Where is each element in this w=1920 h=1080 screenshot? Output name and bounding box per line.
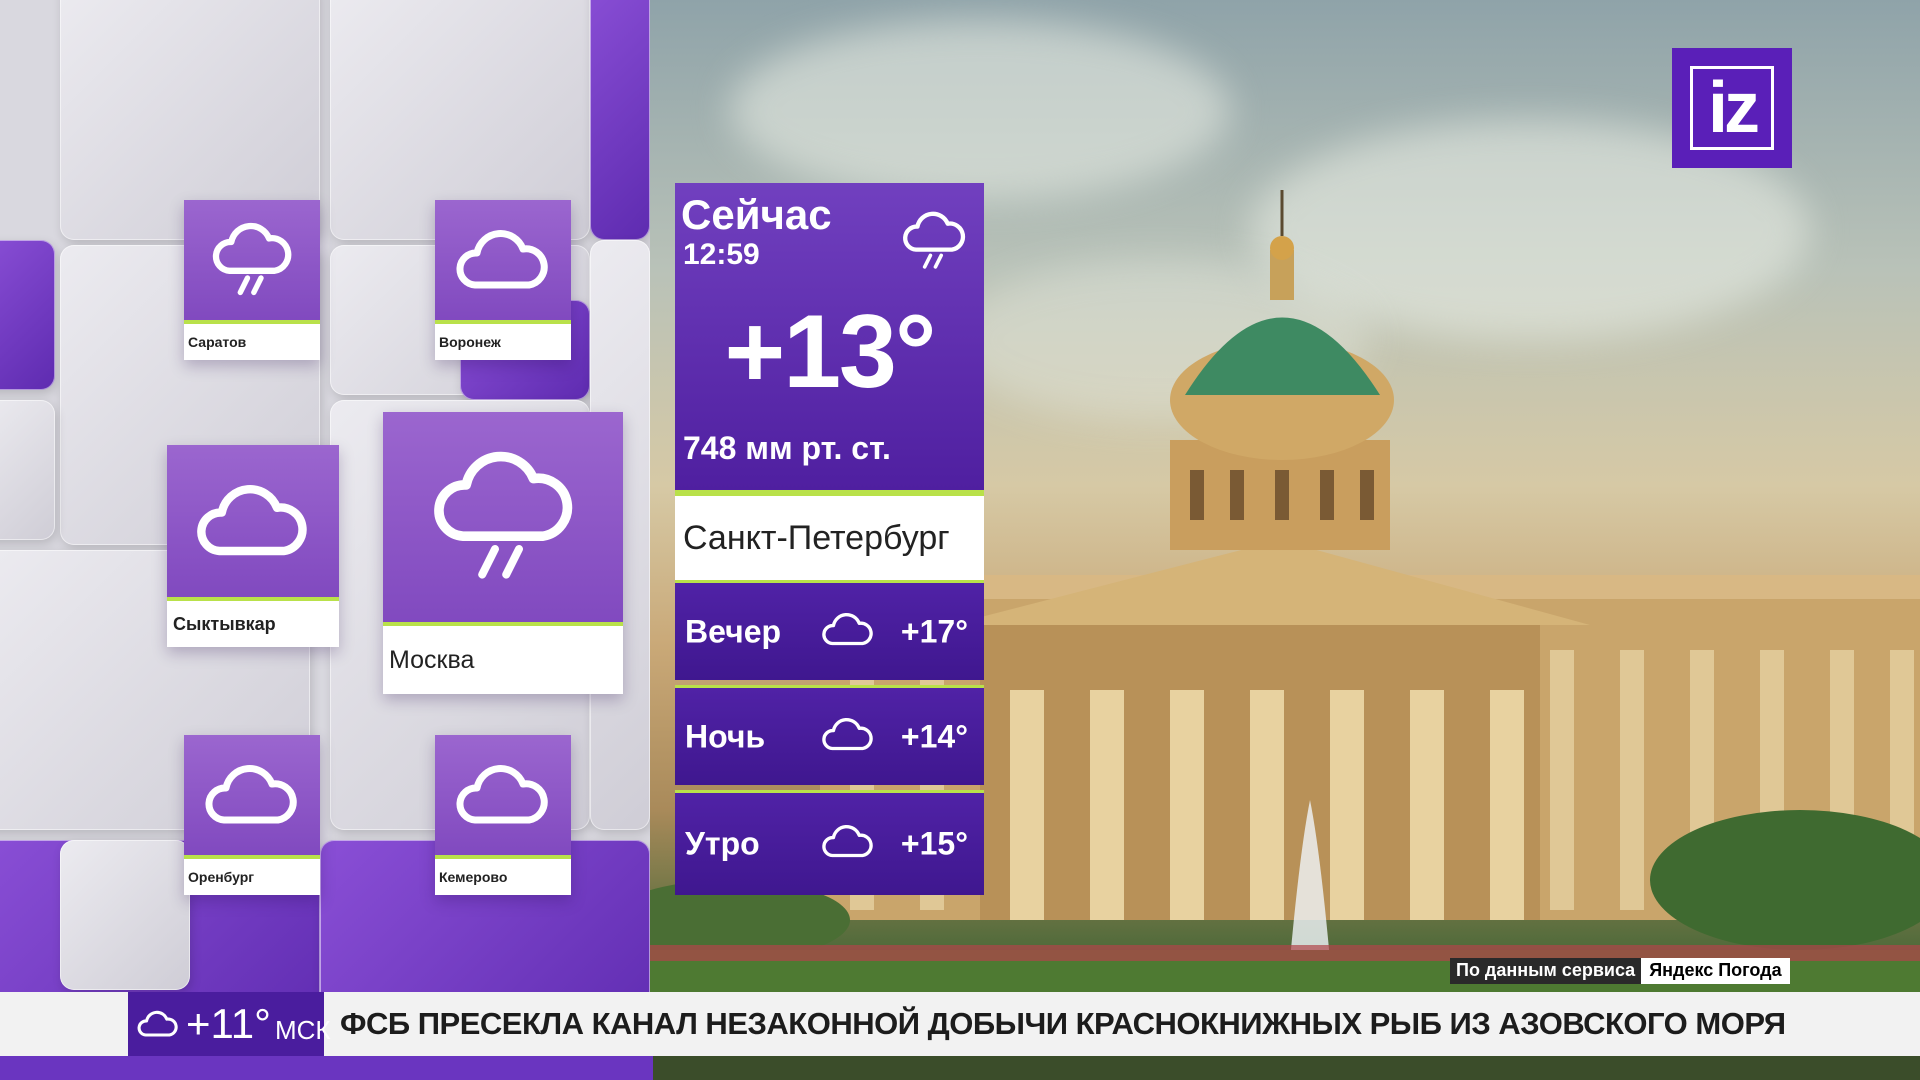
period-label: Утро [685,825,760,862]
bottom-strip [0,1056,1920,1080]
city-label: Москва [383,622,623,694]
city-label: Саратов [184,320,320,360]
news-ticker: +11° МСК ФСБ ПРЕСЕКЛА КАНАЛ НЕЗАКОННОЙ Д… [0,992,1920,1056]
period-label: Ночь [685,718,766,754]
current-title: Сейчас [681,191,832,238]
cloud-rain-icon [383,412,623,622]
ticker-temperature: +11° [186,1000,271,1047]
forecast-row-evening: Вечер +17° [675,580,984,680]
period-temperature: +15° [900,825,968,862]
cloud-icon [820,609,876,654]
period-label: Вечер [685,613,782,649]
backdrop-tile [60,840,190,990]
city-map-panel: Саратов Воронеж Сыктывкар Москва Оренбур… [0,0,650,1080]
current-weather-panel: Сейчас 12:59 +13° 748 мм рт. ст. [675,183,984,490]
city-label: Кемерово [435,855,571,895]
city-label: Воронеж [435,320,571,360]
ticker-headline: ФСБ ПРЕСЕКЛА КАНАЛ НЕЗАКОННОЙ ДОБЫЧИ КРА… [340,1006,1786,1041]
city-card-voronezh[interactable]: Воронеж [435,200,571,360]
cloud-icon [820,714,876,759]
city-card-kemerovo[interactable]: Кемерово [435,735,571,895]
period-temperature: +17° [900,613,968,649]
data-source-label: По данным сервиса Яндекс Погода [1450,958,1790,984]
city-card-saratov[interactable]: Саратов [184,200,320,360]
cloud-icon [820,822,876,867]
source-prefix: По данным сервиса [1450,958,1642,984]
ticker-weather: +11° МСК [128,992,331,1056]
current-temperature: +13° [724,294,936,410]
forecast-row-morning: Утро +15° [675,790,984,895]
cloud-icon [167,445,339,597]
city-card-moscow[interactable]: Москва [383,412,623,694]
cloud-icon [184,735,320,855]
cloud-rain-icon [898,205,970,282]
cloud-rain-icon [184,200,320,320]
forecast-row-night: Ночь +14° [675,685,984,785]
channel-logo: iz [1672,48,1792,168]
city-card-syktyvkar[interactable]: Сыктывкар [167,445,339,647]
current-time: 12:59 [683,238,760,271]
logo-text: iz [1690,66,1774,150]
current-city-label: Санкт-Петербург [675,490,984,580]
backdrop-tile [0,400,55,540]
city-label: Оренбург [184,855,320,895]
cloud-icon [136,1008,180,1040]
cloud-icon [435,735,571,855]
current-pressure: 748 мм рт. ст. [683,430,891,466]
source-name: Яндекс Погода [1641,958,1790,984]
backdrop-tile [590,0,650,240]
city-label: Сыктывкар [167,597,339,647]
cloud-icon [435,200,571,320]
city-card-orenburg[interactable]: Оренбург [184,735,320,895]
backdrop-tile [0,240,55,390]
ticker-unit: МСК [274,1014,331,1045]
period-temperature: +14° [900,718,968,754]
